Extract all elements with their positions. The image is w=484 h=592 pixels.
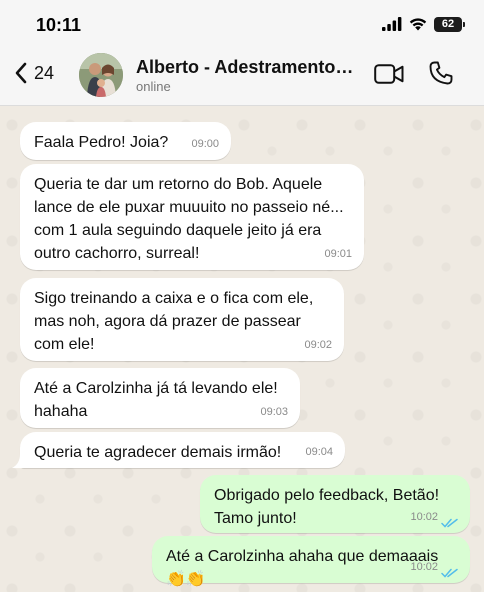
message-bubble-incoming[interactable]: Queria te agradecer demais irmão! 09:04 bbox=[20, 432, 345, 468]
message-text: Queria te agradecer demais irmão! bbox=[34, 444, 282, 461]
message-time: 09:00 bbox=[191, 138, 219, 150]
signal-icon bbox=[382, 17, 402, 31]
message-time: 10:02 bbox=[410, 511, 438, 523]
message-text: Até a Carolzinha ahaha que demaaais 👏👏 bbox=[166, 548, 439, 588]
message-bubble-outgoing[interactable]: Até a Carolzinha ahaha que demaaais 👏👏 1… bbox=[152, 536, 470, 588]
bubble-tail bbox=[12, 454, 26, 468]
avatar-photo bbox=[79, 53, 123, 97]
message-time: 09:01 bbox=[324, 248, 352, 260]
message-text: Faala Pedro! Joia? bbox=[34, 134, 169, 151]
message-bubble-incoming[interactable]: Até a Carolzinha já tá levando ele! haha… bbox=[20, 368, 300, 428]
status-indicators: 62 bbox=[382, 14, 465, 34]
message-text: Até a Carolzinha já tá levando ele! haha… bbox=[34, 380, 278, 420]
chat-area[interactable]: Faala Pedro! Joia? 09:00 Queria te dar u… bbox=[0, 107, 484, 592]
contact-name[interactable]: Alberto - Adestramento B... bbox=[136, 57, 358, 78]
video-call-button[interactable] bbox=[374, 63, 404, 90]
double-check-icon bbox=[441, 518, 458, 528]
phone-icon bbox=[429, 61, 453, 85]
video-call-icon bbox=[374, 64, 404, 84]
chat-header: 24 Alberto - Adestramento B... online bbox=[0, 46, 484, 106]
battery-level: 62 bbox=[441, 17, 455, 30]
message-bubble-incoming[interactable]: Sigo treinando a caixa e o fica com ele,… bbox=[20, 278, 344, 361]
message-bubble-outgoing[interactable]: Obrigado pelo feedback, Betão! Tamo junt… bbox=[200, 475, 470, 533]
wifi-icon bbox=[409, 18, 427, 31]
double-check-icon bbox=[441, 568, 458, 578]
contact-status: online bbox=[136, 79, 171, 94]
message-time: 09:03 bbox=[260, 406, 288, 418]
status-bar: 10:11 62 bbox=[0, 0, 484, 46]
message-bubble-incoming[interactable]: Faala Pedro! Joia? 09:00 bbox=[20, 122, 231, 160]
message-time: 10:02 bbox=[410, 561, 438, 573]
back-chevron-icon bbox=[15, 62, 27, 84]
voice-call-button[interactable] bbox=[428, 60, 454, 91]
message-time: 09:02 bbox=[304, 339, 332, 351]
back-button[interactable]: 24 bbox=[14, 61, 54, 85]
message-text: Obrigado pelo feedback, Betão! Tamo junt… bbox=[214, 487, 440, 527]
battery-icon: 62 bbox=[434, 16, 465, 32]
message-text: Queria te dar um retorno do Bob. Aquele … bbox=[34, 176, 344, 262]
message-text: Sigo treinando a caixa e o fica com ele,… bbox=[34, 290, 314, 353]
status-time: 10:11 bbox=[36, 15, 82, 35]
unread-count: 24 bbox=[34, 62, 55, 83]
message-bubble-incoming[interactable]: Queria te dar um retorno do Bob. Aquele … bbox=[20, 164, 364, 270]
avatar[interactable] bbox=[79, 53, 123, 97]
message-time: 09:04 bbox=[305, 446, 333, 458]
